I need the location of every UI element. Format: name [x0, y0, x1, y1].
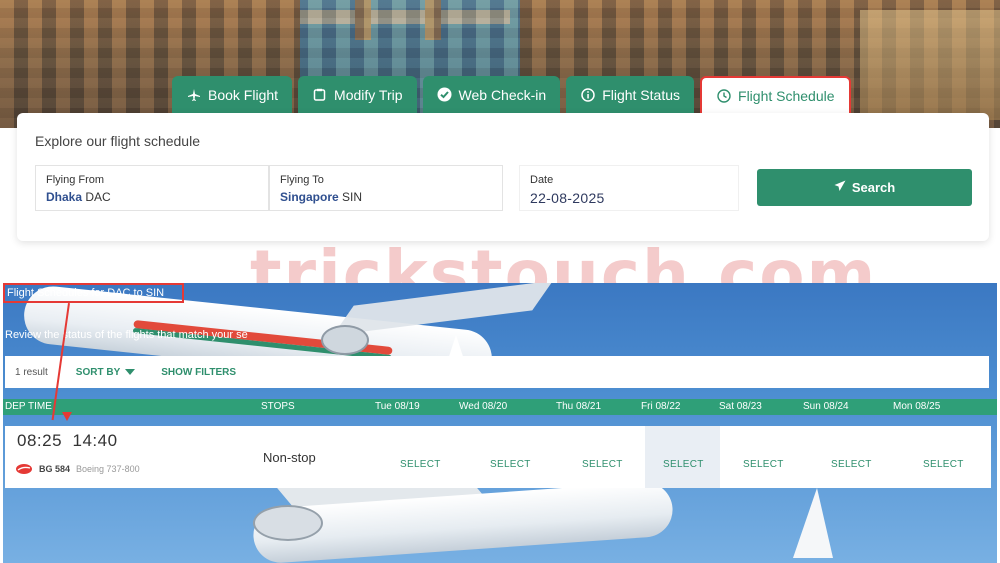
tab-book-flight[interactable]: Book Flight [172, 76, 293, 113]
tab-modify-trip-label: Modify Trip [334, 86, 403, 103]
paper-plane-icon [834, 180, 846, 195]
arrival-time: 14:40 [72, 431, 118, 450]
schedule-column-header: DEP TIME STOPS Tue 08/19 Wed 08/20 Thu 0… [3, 399, 997, 415]
city-highlight [860, 10, 1000, 120]
clock-icon [716, 88, 731, 103]
show-filters-button[interactable]: SHOW FILTERS [161, 367, 236, 378]
results-toolbar: 1 result SORT BY SHOW FILTERS [5, 356, 989, 388]
chevron-down-icon [125, 369, 136, 375]
flying-to-value: Singapore SIN [280, 190, 492, 204]
aircraft-type: Boeing 737-800 [76, 464, 140, 474]
schedule-title: Flight Schedules for DAC to SIN [7, 287, 165, 299]
tab-web-check-in[interactable]: Web Check-in [422, 76, 561, 113]
date-value: 22-08-2025 [530, 190, 605, 206]
clipboard-icon [312, 87, 327, 102]
col-dep-time: DEP TIME [5, 401, 52, 412]
airline-logo-icon [15, 463, 33, 475]
flight-number: BG 584 [39, 464, 71, 474]
select-day-6[interactable]: SELECT [923, 459, 964, 470]
date-label: Date [530, 174, 554, 186]
flight-info: BG 584 Boeing 737-800 [15, 463, 140, 475]
airplane-engine-top [321, 325, 369, 355]
col-day-1: Wed 08/20 [459, 401, 508, 412]
col-day-4: Sat 08/23 [719, 401, 762, 412]
flying-to-field[interactable]: Flying To Singapore SIN [269, 165, 503, 211]
schedule-search-panel: Explore our flight schedule Flying From … [17, 113, 989, 241]
col-day-0: Tue 08/19 [375, 401, 420, 412]
info-circle-icon [580, 87, 595, 102]
tab-flight-schedule[interactable]: Flight Schedule [700, 76, 851, 113]
airplane-engine-bottom [253, 505, 323, 541]
airplane-tail-bottom [793, 488, 833, 558]
select-day-4[interactable]: SELECT [743, 459, 784, 470]
tab-flight-schedule-label: Flight Schedule [738, 87, 835, 104]
flying-from-label: Flying From [46, 174, 105, 186]
date-field[interactable]: Date 22-08-2025 [519, 165, 739, 211]
col-day-2: Thu 08/21 [556, 401, 602, 412]
tab-flight-status[interactable]: Flight Status [566, 76, 695, 113]
schedule-subtitle: Review the status of the flights that ma… [5, 329, 248, 341]
to-city: Singapore [280, 190, 339, 204]
schedule-results-section: Flight Schedules for DAC to SIN Review t… [3, 283, 997, 563]
sort-by-button[interactable]: SORT BY [75, 366, 136, 378]
flying-from-field[interactable]: Flying From Dhaka DAC [35, 165, 269, 211]
search-button[interactable]: Search [757, 169, 972, 206]
col-day-5: Sun 08/24 [803, 401, 849, 412]
flying-from-value: Dhaka DAC [46, 190, 258, 204]
from-code: DAC [85, 190, 111, 204]
panel-heading: Explore our flight schedule [35, 133, 200, 149]
col-day-6: Mon 08/25 [893, 401, 941, 412]
sort-by-label: SORT BY [75, 366, 121, 378]
page-root: Book Flight Modify Trip Web Check-in Fli… [0, 0, 1000, 563]
selected-day-highlight [645, 426, 720, 488]
check-circle-icon [437, 87, 452, 102]
flight-row: 08:25 14:40 BG 584 Boeing 737-800 Non-st… [5, 426, 991, 488]
from-city: Dhaka [46, 190, 83, 204]
col-stops: STOPS [261, 401, 295, 412]
result-count: 1 result [15, 366, 48, 378]
select-day-1[interactable]: SELECT [490, 459, 531, 470]
select-day-5[interactable]: SELECT [831, 459, 872, 470]
search-button-label: Search [851, 180, 896, 195]
tab-modify-trip[interactable]: Modify Trip [298, 76, 417, 113]
flight-times: 08:25 14:40 [17, 431, 118, 451]
departure-time: 08:25 [17, 431, 63, 450]
to-code: SIN [342, 190, 363, 204]
tab-web-check-in-label: Web Check-in [458, 86, 547, 103]
plane-depart-icon [186, 87, 201, 102]
col-day-3: Fri 08/22 [641, 401, 681, 412]
select-day-3[interactable]: SELECT [663, 459, 704, 470]
flight-stops: Non-stop [263, 450, 316, 465]
flying-to-label: Flying To [280, 174, 324, 186]
booking-tabs: Book Flight Modify Trip Web Check-in Fli… [172, 76, 851, 113]
select-day-2[interactable]: SELECT [582, 459, 623, 470]
tab-flight-status-label: Flight Status [602, 86, 681, 103]
select-day-0[interactable]: SELECT [400, 459, 441, 470]
annotation-arrow-head [62, 412, 72, 421]
tab-book-flight-label: Book Flight [208, 86, 279, 103]
